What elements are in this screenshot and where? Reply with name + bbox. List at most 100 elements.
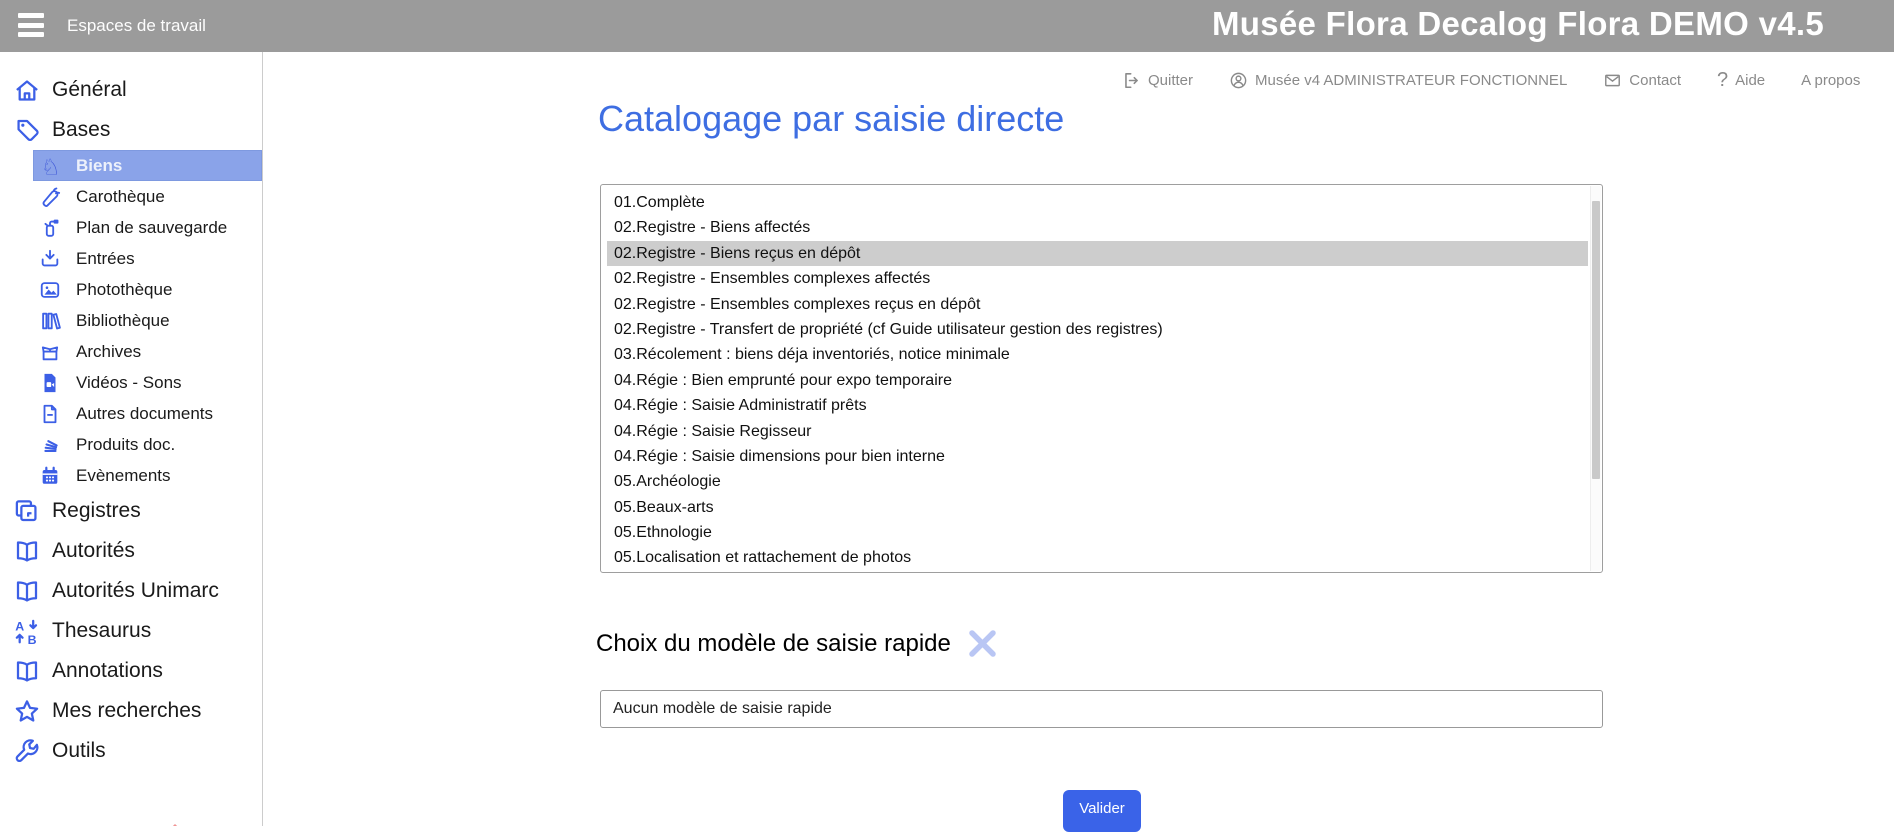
- calendar-icon: [38, 465, 62, 487]
- photo-icon: [38, 279, 62, 301]
- workspace-label: Espaces de travail: [67, 0, 206, 52]
- books-icon: [38, 310, 62, 332]
- svg-text:A: A: [15, 619, 24, 633]
- sidebar-item-mes-recherches[interactable]: Mes recherches: [0, 691, 262, 731]
- current-user[interactable]: Musée v4 ADMINISTRATEUR FONCTIONNEL: [1229, 71, 1567, 90]
- model-option[interactable]: 02.Registre - Transfert de propriété (cf…: [607, 317, 1588, 342]
- model-option[interactable]: 05.Ethnologie: [607, 520, 1588, 545]
- sidebar-item-label: Général: [52, 78, 127, 102]
- aide-link[interactable]: ? Aide: [1717, 70, 1765, 90]
- model-option[interactable]: 05.Beaux-arts: [607, 495, 1588, 520]
- sidebar-item-autres-documents[interactable]: Autres documents: [0, 398, 262, 429]
- sidebar-item-thesaurus[interactable]: AB Thesaurus: [0, 611, 262, 651]
- open-book-icon: [12, 578, 42, 605]
- inbox-download-icon: [38, 248, 62, 270]
- model-option[interactable]: 02.Registre - Ensembles complexes reçus …: [607, 292, 1588, 317]
- model-option[interactable]: 05.Localisation et rattachement de photo…: [607, 545, 1588, 570]
- sidebar-item-label: Mes recherches: [52, 699, 201, 723]
- core-sample-icon: [38, 186, 62, 208]
- quick-entry-heading: Choix du modèle de saisie rapide: [596, 630, 951, 658]
- sidebar-item-label: Plan de sauvegarde: [76, 218, 227, 238]
- sidebar-item-bibliotheque[interactable]: Bibliothèque: [0, 305, 262, 336]
- sidebar-item-autorites[interactable]: Autorités: [0, 531, 262, 571]
- sidebar-item-label: Produits doc.: [76, 435, 175, 455]
- sidebar-item-label: Bibliothèque: [76, 311, 170, 331]
- registers-icon: [12, 498, 42, 525]
- model-option[interactable]: 04.Régie : Bien emprunté pour expo tempo…: [607, 368, 1588, 393]
- model-option[interactable]: 02.Registre - Biens affectés: [607, 215, 1588, 240]
- sidebar-item-autorites-unimarc[interactable]: Autorités Unimarc: [0, 571, 262, 611]
- open-book-icon: [12, 658, 42, 685]
- document-icon: [38, 403, 62, 425]
- close-icon[interactable]: [967, 628, 998, 659]
- sidebar-item-label: Biens: [76, 156, 122, 176]
- logout-icon: [1122, 71, 1141, 90]
- hamburger-menu-icon[interactable]: [18, 13, 44, 39]
- contact-link[interactable]: Contact: [1603, 71, 1681, 90]
- sidebar-item-registres[interactable]: Registres: [0, 491, 262, 531]
- sidebar-item-label: Vidéos - Sons: [76, 373, 182, 393]
- sidebar-item-videos-sons[interactable]: Vidéos - Sons: [0, 367, 262, 398]
- sidebar-item-label: Carothèque: [76, 187, 165, 207]
- sidebar-item-label: Bases: [52, 118, 110, 142]
- sort-alpha-icon: AB: [12, 618, 42, 645]
- quick-entry-input[interactable]: [600, 690, 1603, 728]
- a-propos-link[interactable]: A propos: [1801, 72, 1860, 89]
- home-icon: [12, 77, 42, 104]
- model-option[interactable]: 05.Archéologie: [607, 469, 1588, 494]
- question-mark-icon: ?: [1717, 70, 1728, 90]
- sidebar-item-carotheque[interactable]: Carothèque: [0, 181, 262, 212]
- quitter-button[interactable]: Quitter: [1122, 71, 1193, 90]
- sidebar-item-general[interactable]: Général: [0, 70, 262, 110]
- sidebar-item-archives[interactable]: Archives: [0, 336, 262, 367]
- sidebar-item-bases[interactable]: Bases: [0, 110, 262, 150]
- model-listbox: 01.Complète02.Registre - Biens affectés0…: [600, 184, 1603, 573]
- model-option[interactable]: 01.Complète: [607, 190, 1588, 215]
- list-scrollbar-thumb[interactable]: [1592, 201, 1600, 479]
- model-option[interactable]: 04.Régie : Saisie dimensions pour bien i…: [607, 444, 1588, 469]
- sidebar-item-label: Registres: [52, 499, 141, 523]
- sidebar-item-plan-de-sauvegarde[interactable]: Plan de sauvegarde: [0, 212, 262, 243]
- sidebar-item-label: Thesaurus: [52, 619, 151, 643]
- chess-knight-icon: ♘: [38, 155, 62, 177]
- paper-stack-icon: [38, 434, 62, 456]
- list-scrollbar[interactable]: [1590, 186, 1601, 571]
- video-file-icon: [38, 372, 62, 394]
- model-option[interactable]: 03.Récolement : biens déja inventoriés, …: [607, 342, 1588, 367]
- sidebar-item-outils[interactable]: Outils: [0, 731, 262, 771]
- sidebar-item-label: Photothèque: [76, 280, 172, 300]
- sidebar-item-label: Evènements: [76, 466, 171, 486]
- tag-icon: [12, 117, 42, 144]
- sidebar-item-evenements[interactable]: Evènements: [0, 460, 262, 491]
- header-links: Quitter Musée v4 ADMINISTRATEUR FONCTION…: [1122, 70, 1860, 90]
- model-option[interactable]: 02.Registre - Ensembles complexes affect…: [607, 266, 1588, 291]
- sidebar-item-phototheque[interactable]: Photothèque: [0, 274, 262, 305]
- star-icon: [12, 698, 42, 725]
- model-option[interactable]: 04.Régie : Saisie Administratif prêts: [607, 393, 1588, 418]
- sidebar-item-label: Outils: [52, 739, 106, 763]
- model-option[interactable]: 04.Régie : Saisie Regisseur: [607, 419, 1588, 444]
- archive-box-icon: [38, 341, 62, 363]
- top-bar: Espaces de travail Musée Flora Decalog F…: [0, 0, 1894, 52]
- sidebar-item-produits-doc[interactable]: Produits doc.: [0, 429, 262, 460]
- sidebar-item-label: Autres documents: [76, 404, 213, 424]
- sidebar-item-label: Entrées: [76, 249, 135, 269]
- user-icon: [1229, 71, 1248, 90]
- app-title: Musée Flora Decalog Flora DEMO v4.5: [1212, 5, 1824, 43]
- sidebar-nav: Général Bases ♘ Biens Carothèque Plan de sauv…: [0, 70, 262, 771]
- sidebar-item-label: Annotations: [52, 659, 163, 683]
- wrench-icon: [12, 738, 42, 765]
- quick-entry-heading-row: Choix du modèle de saisie rapide: [596, 628, 998, 659]
- model-option[interactable]: 02.Registre - Biens reçus en dépôt: [607, 241, 1588, 266]
- sidebar: Général Bases ♘ Biens Carothèque Plan de sauv…: [0, 52, 263, 826]
- open-book-icon: [12, 538, 42, 565]
- svg-text:♘: ♘: [41, 155, 61, 177]
- page-title: Catalogage par saisie directe: [598, 98, 1064, 140]
- sidebar-item-annotations[interactable]: Annotations: [0, 651, 262, 691]
- sidebar-item-label: Autorités Unimarc: [52, 579, 219, 603]
- sidebar-item-entrees[interactable]: Entrées: [0, 243, 262, 274]
- sidebar-item-label: Archives: [76, 342, 141, 362]
- svg-text:B: B: [28, 632, 37, 644]
- fire-extinguisher-icon: [38, 217, 62, 239]
- sidebar-item-biens[interactable]: ♘ Biens: [0, 150, 262, 181]
